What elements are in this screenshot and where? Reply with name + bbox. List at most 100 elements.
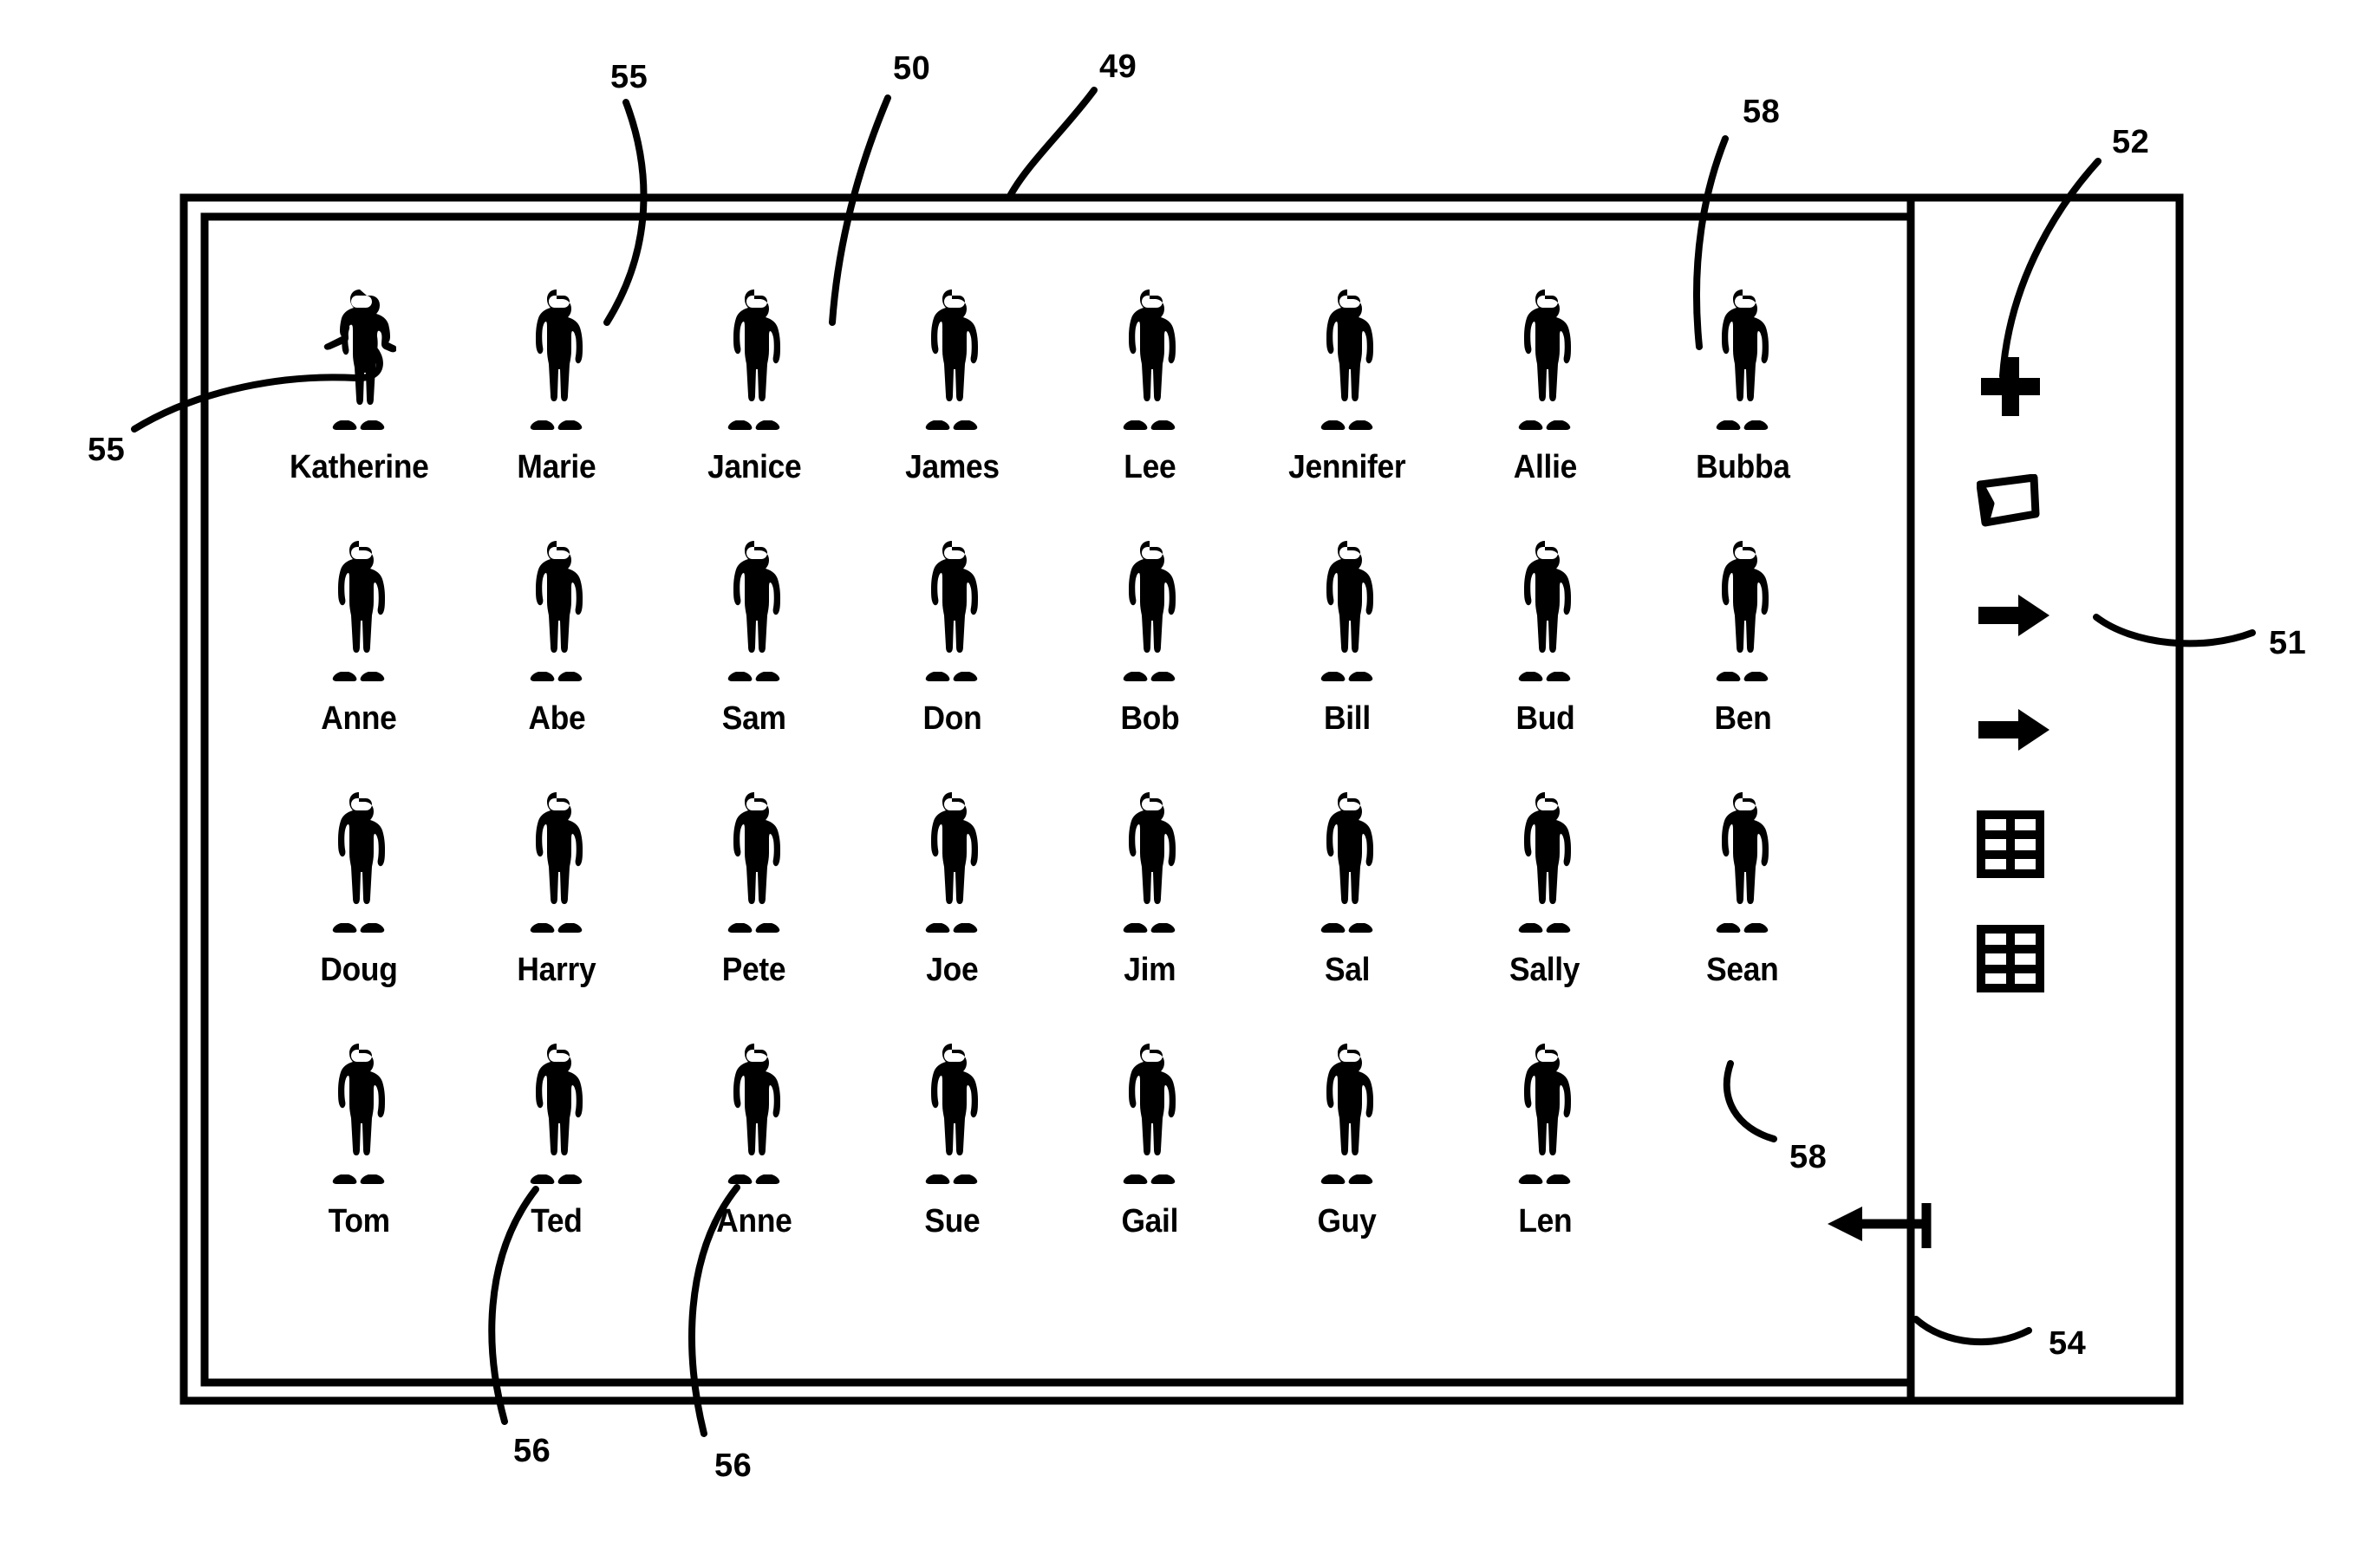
toolbar-panel xyxy=(1977,329,2089,1016)
person-figure-icon xyxy=(1123,792,1176,933)
toolbar-item-add[interactable] xyxy=(1977,329,2089,444)
toolbar-item-folder[interactable] xyxy=(1977,444,2089,558)
reference-numeral: 52 xyxy=(2112,124,2150,160)
person-figure-icon xyxy=(1716,290,1769,430)
person-cell[interactable]: Sal xyxy=(1248,789,1446,1040)
person-name: James xyxy=(904,449,1000,485)
reference-numeral: 54 xyxy=(2049,1325,2087,1362)
person-name: Janice xyxy=(707,449,802,485)
reference-numeral: 50 xyxy=(893,50,931,87)
person-figure-icon xyxy=(1320,541,1373,681)
person-cell[interactable]: Bud xyxy=(1446,537,1644,789)
person-cell[interactable]: Gail xyxy=(1051,1040,1248,1291)
person-figure-icon xyxy=(530,1044,583,1184)
person-name: Jennifer xyxy=(1288,449,1406,485)
person-cell[interactable]: Bob xyxy=(1051,537,1248,789)
reference-numeral: 55 xyxy=(610,59,648,95)
person-cell[interactable]: Doug xyxy=(260,789,458,1040)
person-name: Bob xyxy=(1120,700,1179,737)
person-figure-icon xyxy=(1518,541,1571,681)
person-name: Sal xyxy=(1324,952,1371,988)
person-cell[interactable]: Don xyxy=(853,537,1051,789)
reference-numeral: 56 xyxy=(513,1433,551,1469)
person-figure-icon xyxy=(1123,290,1176,430)
person-figure-icon xyxy=(530,792,583,933)
person-cell[interactable]: Sue xyxy=(853,1040,1051,1291)
person-cell[interactable]: Ben xyxy=(1644,537,1841,789)
person-figure-icon xyxy=(925,792,978,933)
person-name: Jim xyxy=(1123,952,1176,988)
person-name: Bubba xyxy=(1695,449,1790,485)
reference-numeral: 58 xyxy=(1789,1139,1828,1175)
table-row: Doug Harry Pete Joe Jim Sal Sally Sean xyxy=(260,789,1907,1040)
person-name: Gail xyxy=(1121,1203,1178,1239)
person-cell[interactable]: Anne xyxy=(260,537,458,789)
person-figure-icon xyxy=(530,541,583,681)
person-figure-raised-arm-icon xyxy=(323,290,396,430)
reference-numeral: 55 xyxy=(88,432,126,468)
person-figure-icon xyxy=(1518,1044,1571,1184)
person-cell[interactable]: Lee xyxy=(1051,286,1248,537)
person-figure-icon xyxy=(925,1044,978,1184)
person-cell[interactable]: Pete xyxy=(655,789,853,1040)
person-cell[interactable]: Jennifer xyxy=(1248,286,1446,537)
person-cell[interactable]: Bubba xyxy=(1644,286,1841,537)
person-grid: Katherine Marie Janice James Lee Jennife… xyxy=(260,286,1907,1326)
person-cell[interactable]: Jim xyxy=(1051,789,1248,1040)
person-cell[interactable]: Bill xyxy=(1248,537,1446,789)
person-figure-icon xyxy=(1716,541,1769,681)
person-figure-icon xyxy=(1518,290,1571,430)
person-cell[interactable]: Joe xyxy=(853,789,1051,1040)
arrow-right-bold-icon xyxy=(1978,709,2049,751)
person-name: Tom xyxy=(328,1203,390,1239)
person-figure-icon xyxy=(727,792,780,933)
person-figure-icon xyxy=(727,1044,780,1184)
person-figure-icon xyxy=(332,1044,385,1184)
toolbar-item-forward[interactable] xyxy=(1977,673,2089,787)
person-name: Sue xyxy=(924,1203,980,1239)
person-name: Ben xyxy=(1714,700,1771,737)
person-cell[interactable]: Sally xyxy=(1446,789,1644,1040)
grid-table-icon-2 xyxy=(1977,925,2044,992)
reference-numeral: 56 xyxy=(714,1448,753,1484)
person-cell[interactable]: Allie xyxy=(1446,286,1644,537)
person-cell[interactable]: Marie xyxy=(458,286,655,537)
person-name: Joe xyxy=(925,952,979,988)
person-figure-icon xyxy=(1716,792,1769,933)
person-name: Don xyxy=(922,700,981,737)
person-figure-icon xyxy=(1320,1044,1373,1184)
person-cell[interactable]: Tom xyxy=(260,1040,458,1291)
person-cell[interactable]: Janice xyxy=(655,286,853,537)
person-figure-icon xyxy=(1123,541,1176,681)
reference-numeral: 51 xyxy=(2269,625,2307,661)
person-figure-icon xyxy=(1320,290,1373,430)
person-cell[interactable]: Len xyxy=(1446,1040,1644,1291)
person-figure-icon xyxy=(530,290,583,430)
person-name: Harry xyxy=(517,952,596,988)
person-figure-icon xyxy=(332,541,385,681)
person-cell[interactable]: Sam xyxy=(655,537,853,789)
person-name: Katherine xyxy=(289,449,429,485)
person-cell[interactable]: Guy xyxy=(1248,1040,1446,1291)
person-figure-icon xyxy=(332,792,385,933)
person-name: Anne xyxy=(321,700,397,737)
person-name: Pete xyxy=(722,952,786,988)
table-row: Tom Ted Anne Sue Gail Guy Len xyxy=(260,1040,1907,1291)
person-figure-icon xyxy=(1518,792,1571,933)
person-cell[interactable]: Abe xyxy=(458,537,655,789)
person-cell[interactable]: Anne xyxy=(655,1040,853,1291)
person-cell[interactable]: Ted xyxy=(458,1040,655,1291)
toolbar-item-table-view-2[interactable] xyxy=(1977,901,2089,1016)
person-name: Marie xyxy=(517,449,596,485)
person-cell[interactable]: James xyxy=(853,286,1051,537)
person-cell[interactable]: Katherine xyxy=(260,286,458,537)
person-name: Ted xyxy=(531,1203,583,1239)
person-name: Doug xyxy=(320,952,398,988)
person-figure-icon xyxy=(727,290,780,430)
person-figure-icon xyxy=(1123,1044,1176,1184)
toolbar-item-table-view[interactable] xyxy=(1977,787,2089,901)
person-cell[interactable]: Sean xyxy=(1644,789,1841,1040)
person-cell[interactable]: Harry xyxy=(458,789,655,1040)
toolbar-item-next[interactable] xyxy=(1977,558,2089,673)
table-row: Anne Abe Sam Don Bob Bill Bud Ben xyxy=(260,537,1907,789)
